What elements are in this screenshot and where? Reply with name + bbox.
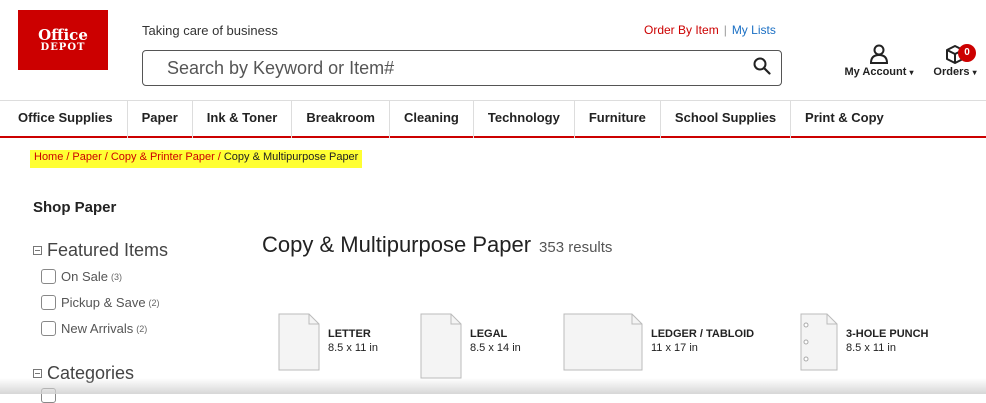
checkbox[interactable] <box>41 295 56 310</box>
paper-size-ledger-tabloid[interactable]: LEDGER / TABLOID 11 x 17 in <box>563 313 754 371</box>
paper-size-3-hole-punch[interactable]: 3-HOLE PUNCH 8.5 x 11 in <box>800 313 929 371</box>
paper-size-name: LETTER <box>328 328 371 340</box>
paper-size-dims: 8.5 x 11 in <box>328 342 378 355</box>
orders-label: Orders <box>933 66 970 78</box>
paper-size-dims: 11 x 17 in <box>651 342 698 355</box>
nav-print-copy[interactable]: Print & Copy <box>791 100 898 138</box>
nav-paper[interactable]: Paper <box>128 99 193 138</box>
paper-size-letter[interactable]: LETTER 8.5 x 11 in <box>278 313 378 371</box>
paper-size-name: LEDGER / TABLOID <box>651 328 755 340</box>
breadcrumb-home[interactable]: Home <box>34 151 63 163</box>
tagline: Taking care of business <box>142 23 278 38</box>
breadcrumb-separator: / <box>104 151 108 163</box>
breadcrumb-paper[interactable]: Paper <box>72 151 101 163</box>
logo-line-2: DEPOT <box>40 41 86 53</box>
chevron-down-icon: ▾ <box>909 68 914 77</box>
filter-label: Pickup & Save <box>61 295 146 310</box>
breadcrumb-copy-printer-paper[interactable]: Copy & Printer Paper <box>111 151 215 163</box>
paper-size-name: 3-HOLE PUNCH <box>846 328 929 340</box>
paper-sheet-icon <box>563 313 643 371</box>
filter-label: New Arrivals <box>61 321 134 336</box>
breadcrumb-separator: / <box>66 151 70 163</box>
chevron-down-icon: ▾ <box>972 68 977 77</box>
top-links-separator: | <box>723 23 727 37</box>
page-title: Copy & Multipurpose Paper 353 results <box>262 232 612 258</box>
filter-count: (2) <box>148 297 160 308</box>
search-icon[interactable] <box>753 57 771 80</box>
sidebar-title: Shop Paper <box>33 199 117 216</box>
nav-technology[interactable]: Technology <box>474 99 575 138</box>
category-nav: Office Supplies Paper Ink & Toner Breakr… <box>0 99 986 138</box>
nav-office-supplies[interactable]: Office Supplies <box>0 99 128 138</box>
checkbox[interactable] <box>41 269 56 284</box>
bottom-fade <box>0 378 986 394</box>
orders-count-badge: 0 <box>958 44 976 62</box>
collapse-icon <box>33 246 42 255</box>
filter-on-sale[interactable]: On Sale (3) <box>41 269 122 284</box>
top-links: Order By Item | My Lists <box>644 23 776 37</box>
collapse-icon <box>33 369 42 378</box>
nav-school-supplies[interactable]: School Supplies <box>661 99 792 138</box>
hole-punch-paper-icon <box>800 313 838 371</box>
paper-sheet-icon <box>420 313 462 379</box>
checkbox[interactable] <box>41 321 56 336</box>
filter-pickup-save[interactable]: Pickup & Save (2) <box>41 295 160 310</box>
order-by-item-link[interactable]: Order By Item <box>644 23 719 37</box>
paper-size-legal[interactable]: LEGAL 8.5 x 14 in <box>420 313 521 379</box>
filter-count: (2) <box>136 323 148 334</box>
breadcrumb: Home / Paper / Copy & Printer Paper / Copy & M… <box>30 150 363 168</box>
paper-sheet-icon <box>278 313 320 371</box>
breadcrumb-separator: / <box>217 151 221 163</box>
search-bar <box>142 50 782 86</box>
logo-line-1: Office <box>38 25 88 44</box>
user-icon <box>836 44 922 64</box>
filter-label: On Sale <box>61 269 108 284</box>
nav-ink-toner[interactable]: Ink & Toner <box>193 99 293 138</box>
my-account-label: My Account <box>844 66 907 78</box>
paper-size-dims: 8.5 x 14 in <box>470 342 521 355</box>
featured-items-title: Featured Items <box>47 240 169 260</box>
nav-breakroom[interactable]: Breakroom <box>292 99 390 138</box>
nav-cleaning[interactable]: Cleaning <box>390 99 474 138</box>
paper-size-name: LEGAL <box>470 328 508 340</box>
breadcrumb-current: Copy & Multipurpose Paper <box>223 151 359 163</box>
search-input[interactable] <box>165 56 753 80</box>
my-account-menu[interactable]: My Account ▾ <box>836 44 922 78</box>
nav-furniture[interactable]: Furniture <box>575 99 661 138</box>
orders-menu[interactable]: 0 Orders ▾ <box>927 44 983 78</box>
filter-count: (3) <box>110 271 122 282</box>
my-lists-link[interactable]: My Lists <box>732 23 776 37</box>
featured-items-toggle[interactable]: Featured Items <box>33 240 168 261</box>
page-title-text: Copy & Multipurpose Paper <box>262 232 532 257</box>
office-depot-logo[interactable]: Office DEPOT <box>18 10 108 70</box>
paper-size-dims: 8.5 x 11 in <box>846 342 896 355</box>
filter-new-arrivals[interactable]: New Arrivals (2) <box>41 321 147 336</box>
results-count: 353 results <box>539 239 613 256</box>
